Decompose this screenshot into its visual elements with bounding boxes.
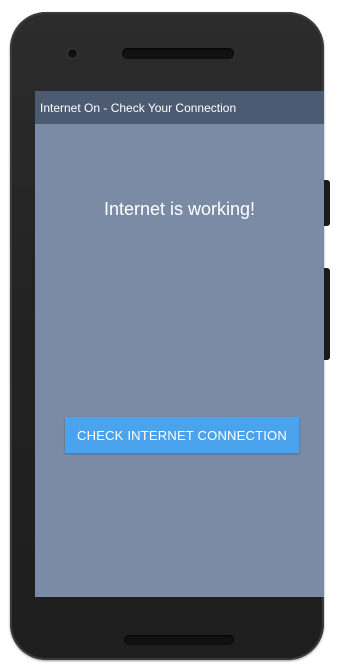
bottom-speaker-grille	[124, 635, 234, 645]
app-screen: Internet On - Check Your Connection Inte…	[35, 91, 324, 597]
phone-frame: Internet On - Check Your Connection Inte…	[10, 12, 324, 660]
connection-status-text: Internet is working!	[103, 199, 256, 219]
top-speaker-grille	[122, 48, 234, 59]
power-button	[324, 180, 330, 226]
check-internet-connection-button[interactable]: CHECK INTERNET CONNECTION	[65, 417, 299, 453]
app-bar: Internet On - Check Your Connection	[35, 91, 324, 124]
front-camera	[68, 49, 77, 58]
volume-button	[324, 268, 330, 360]
page: Internet On - Check Your Connection Inte…	[0, 0, 340, 667]
app-title: Internet On - Check Your Connection	[40, 100, 237, 115]
